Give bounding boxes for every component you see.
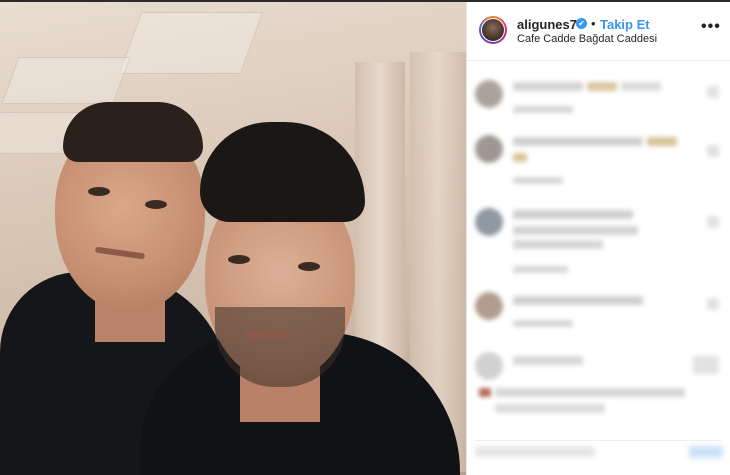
location-link[interactable]: Cafe Cadde Bağdat Caddesi	[517, 33, 657, 45]
comment-text	[513, 82, 583, 91]
comment-meta	[513, 320, 573, 327]
username-link[interactable]: aligunes7	[517, 17, 577, 32]
commenter-avatar[interactable]	[475, 292, 503, 320]
comment-text	[495, 388, 685, 397]
profile-avatar[interactable]	[479, 16, 507, 44]
like-heart-icon[interactable]	[707, 216, 719, 228]
add-comment-input[interactable]	[475, 447, 595, 457]
comment-text	[621, 82, 661, 91]
comment-text	[647, 137, 677, 146]
person-right-hair	[200, 122, 365, 222]
person-right-eye	[228, 255, 250, 264]
verified-badge-icon: ✔	[576, 18, 587, 29]
comment-meta	[513, 106, 573, 113]
post-side-panel: aligunes7 ✔ • Takip Et Cafe Cadde Bağdat…	[466, 2, 730, 475]
post-header: aligunes7 ✔ • Takip Et Cafe Cadde Bağdat…	[467, 2, 730, 61]
post-comment-button[interactable]	[689, 446, 723, 458]
comment-item	[475, 80, 725, 120]
like-heart-icon[interactable]	[707, 86, 719, 98]
comment-item	[475, 352, 725, 422]
commenter-avatar[interactable]	[475, 135, 503, 163]
comment-meta	[513, 177, 563, 184]
comment-text	[495, 404, 605, 413]
commenter-avatar[interactable]	[475, 352, 503, 380]
comment-text	[513, 226, 638, 235]
like-heart-icon[interactable]	[707, 145, 719, 157]
comment-text	[513, 240, 603, 249]
person-left-eye	[145, 200, 167, 209]
comment-item	[475, 208, 725, 278]
comment-text	[587, 82, 617, 91]
comment-item	[475, 292, 725, 342]
like-heart-icon[interactable]	[693, 356, 719, 374]
commenter-avatar[interactable]	[475, 208, 503, 236]
comment-text	[513, 296, 643, 305]
comment-item	[475, 135, 725, 195]
comment-meta	[513, 266, 568, 273]
like-heart-icon[interactable]	[707, 298, 719, 310]
comment-box-divider	[475, 440, 723, 441]
ceiling-panel	[118, 12, 264, 74]
person-left-hair	[63, 102, 203, 162]
avatar-image	[481, 18, 505, 42]
more-options-icon[interactable]: •••	[701, 18, 721, 36]
separator-dot: •	[591, 16, 596, 31]
comment-text	[513, 137, 643, 146]
commenter-avatar[interactable]	[475, 80, 503, 108]
ceiling-panel	[1, 57, 131, 104]
person-left-eye	[88, 187, 110, 196]
person-right-mouth	[245, 332, 290, 338]
follow-button[interactable]: Takip Et	[600, 17, 650, 32]
comment-text	[513, 210, 633, 219]
post-photo[interactable]	[0, 2, 466, 475]
comment-text	[513, 153, 527, 162]
comment-text	[513, 356, 583, 365]
person-right-eye	[298, 262, 320, 271]
comment-text	[479, 388, 491, 397]
